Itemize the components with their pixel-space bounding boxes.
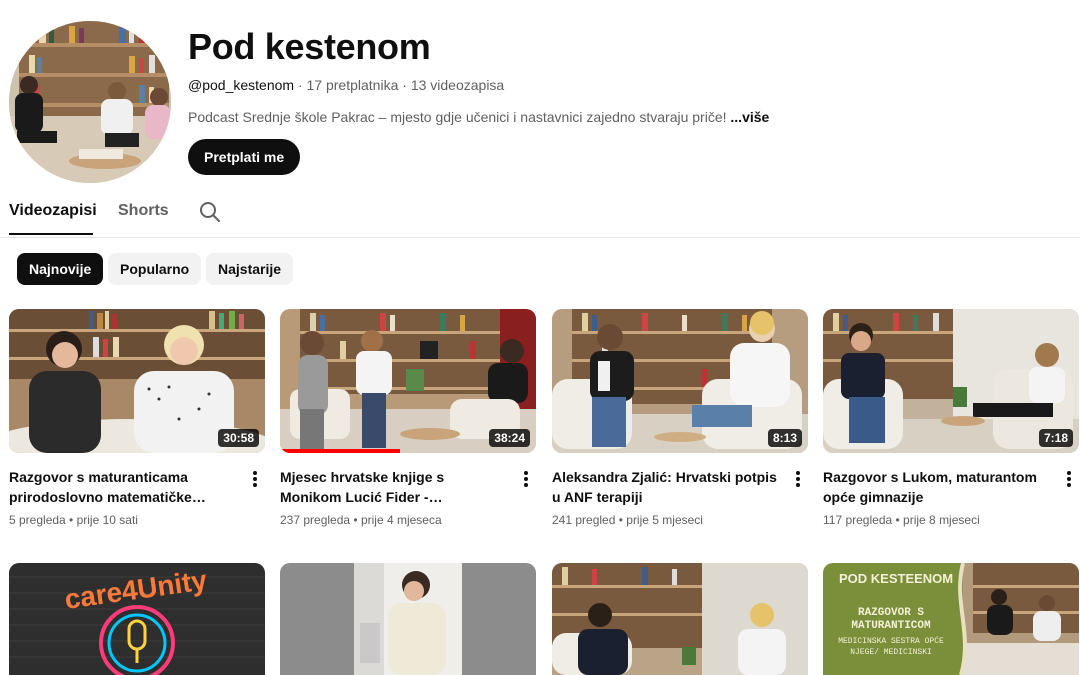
more-vert-icon[interactable] xyxy=(520,469,532,489)
video-meta: 5 pregleda • prije 10 sati xyxy=(9,513,138,527)
more-link[interactable]: ...više xyxy=(730,109,769,125)
chip-oldest[interactable]: Najstarije xyxy=(206,253,294,285)
view-count: 241 pregled xyxy=(552,513,616,527)
channel-name: Pod kestenom xyxy=(188,26,431,67)
video-duration: 38:24 xyxy=(489,429,530,447)
video-thumbnail[interactable]: 30:58 xyxy=(9,309,265,453)
tab-videos[interactable]: Videozapisi xyxy=(9,202,97,220)
upload-age: prije 4 mjeseca xyxy=(360,513,442,527)
video-meta: 237 pregleda • prije 4 mjeseca xyxy=(280,513,442,527)
video-duration: 7:18 xyxy=(1038,429,1073,447)
search-icon[interactable] xyxy=(198,200,222,224)
video-card[interactable]: 38:24 Mjesec hrvatske knjige s Monikom L… xyxy=(280,309,536,527)
channel-meta: @pod_kestenom · 17 pretplatnika · 13 vid… xyxy=(188,77,504,93)
view-count: 237 pregleda xyxy=(280,513,351,527)
video-duration: 8:13 xyxy=(767,429,802,447)
view-count: 117 pregleda xyxy=(823,513,893,527)
video-thumbnail[interactable] xyxy=(552,563,808,675)
video-thumbnail[interactable]: care4Unity xyxy=(9,563,265,675)
upload-age: prije 8 mjeseci xyxy=(903,513,980,527)
meta-separator: · xyxy=(297,77,303,93)
tab-shorts[interactable]: Shorts xyxy=(118,202,169,220)
upload-age: prije 5 mjeseci xyxy=(626,513,703,527)
channel-handle: @pod_kestenom xyxy=(188,77,295,93)
view-count: 5 pregleda xyxy=(9,513,66,527)
channel-description[interactable]: Podcast Srednje škole Pakrac – mjesto gd… xyxy=(188,109,769,125)
subscribe-button[interactable]: Pretplati me xyxy=(188,139,301,175)
video-title[interactable]: Razgovor s maturanticama prirodoslovno m… xyxy=(9,467,237,507)
video-thumbnail[interactable]: 38:24 xyxy=(280,309,536,453)
video-title[interactable]: Mjesec hrvatske knjige s Monikom Lucić F… xyxy=(280,467,508,507)
upload-age: prije 10 sati xyxy=(76,513,138,527)
channel-avatar[interactable] xyxy=(9,21,171,183)
video-card[interactable]: 7:18 Razgovor s Lukom, maturantom opće g… xyxy=(823,309,1079,527)
video-card[interactable]: 8:13 Aleksandra Zjalić: Hrvatski potpis … xyxy=(552,309,808,527)
video-thumbnail[interactable]: 7:18 xyxy=(823,309,1079,453)
more-vert-icon[interactable] xyxy=(249,469,261,489)
video-thumbnail[interactable]: POD KESTEENOM RAZGOVOR S MATURANTICOM MED… xyxy=(823,563,1079,675)
meta-separator: · xyxy=(402,77,407,93)
video-meta: 117 pregleda • prije 8 mjeseci xyxy=(823,513,980,527)
video-thumbnail[interactable]: 8:13 xyxy=(552,309,808,453)
active-tab-indicator xyxy=(9,233,93,235)
watch-progress-bar xyxy=(280,449,401,453)
thumb-heading-caption: RAZGOVOR S MATURANTICOM xyxy=(851,607,931,632)
video-duration: 30:58 xyxy=(218,429,259,447)
video-thumbnail[interactable] xyxy=(280,563,536,675)
description-text: Podcast Srednje škole Pakrac – mjesto gd… xyxy=(188,109,727,125)
subscriber-count: 17 pretplatnika xyxy=(306,77,399,93)
video-count: 13 videozapisa xyxy=(410,77,505,93)
chip-latest[interactable]: Najnovije xyxy=(17,253,104,285)
more-vert-icon[interactable] xyxy=(792,469,804,489)
video-title[interactable]: Aleksandra Zjalić: Hrvatski potpis u ANF… xyxy=(552,467,780,507)
chip-popular[interactable]: Popularno xyxy=(108,253,202,285)
video-title[interactable]: Razgovor s Lukom, maturantom opće gimnaz… xyxy=(823,467,1051,507)
channel-tabs: Videozapisi Shorts xyxy=(0,196,1080,238)
more-vert-icon[interactable] xyxy=(1063,469,1075,489)
video-meta: 241 pregled • prije 5 mjeseci xyxy=(552,513,703,527)
video-card[interactable]: 30:58 Razgovor s maturanticama prirodosl… xyxy=(9,309,265,527)
thumb-brand-caption: POD KESTEENOM xyxy=(839,571,953,586)
